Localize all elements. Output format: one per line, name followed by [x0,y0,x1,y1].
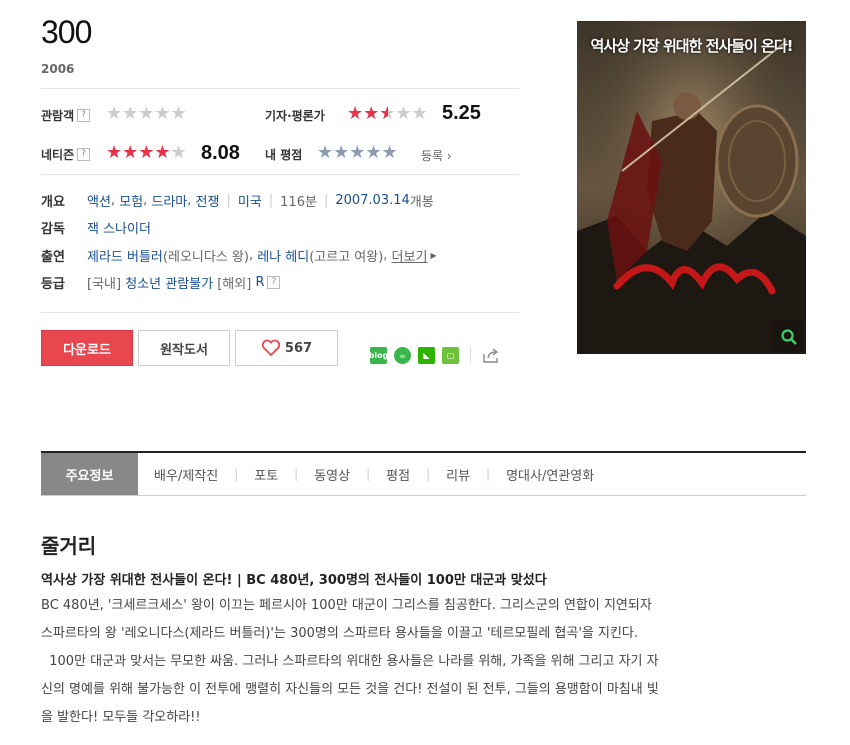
genre-link[interactable]: 모험 [119,191,143,210]
tab-review[interactable]: 리뷰 [430,453,486,495]
info-grade-row: 등급 [국내] 청소년 관람불가 [해외] R ? [41,273,281,292]
info-cast-row: 출연 제라드 버틀러 (레오니다스 왕), 레나 헤디 (고르고 여왕), 더보기 … [41,246,437,265]
poster-tagline: 역사상 가장 위대한 전사들이 온다! [590,37,794,55]
zoom-icon[interactable] [780,328,798,346]
register-rating-link[interactable]: 등록 › [421,147,452,164]
tab-quotes-related[interactable]: 명대사/연관영화 [490,453,610,495]
info-director-row: 감독 잭 스나이더 [41,218,151,237]
my-rating-stars[interactable]: ★★★★★ [317,144,398,162]
genre-link[interactable]: 전쟁 [196,191,220,210]
tab-main-info[interactable]: 주요정보 [41,453,138,495]
grade-domestic-link[interactable]: 청소년 관람불가 [125,273,213,292]
movie-poster[interactable]: 역사상 가장 위대한 전사들이 온다! [577,21,806,354]
cafe-icon[interactable]: ☕ [394,347,411,364]
genre-link[interactable]: 드라마 [151,191,187,210]
director-link[interactable]: 잭 스나이더 [87,218,151,237]
critic-stars: ★★★ ★ ★★ [347,103,428,124]
blog-icon[interactable]: blog [369,347,388,364]
netizen-rating-label: 네티즌 ? [41,146,91,163]
release-date-link[interactable]: 2007.03.14 [335,193,409,208]
netizen-score: 8.08 [201,142,240,164]
audience-stars: ★★★★★ [106,103,187,124]
netizen-stars: ★★★★★ [106,142,187,163]
cast-link[interactable]: 제라드 버틀러 [87,246,163,265]
share-icons: blog ☕ ◣ ▢ [369,347,500,364]
grade-overseas-link[interactable]: R [255,275,264,290]
movie-year: 2006 [41,62,75,76]
help-icon[interactable]: ? [77,109,91,122]
memo-icon[interactable]: ▢ [442,347,459,364]
critic-rating-label: 기자·평론가 [265,109,325,123]
book-button[interactable]: 원작도서 [138,330,230,366]
heart-icon [261,339,281,357]
divider [41,174,519,175]
runtime: 116분 [280,195,317,210]
tab-video[interactable]: 동영상 [298,453,366,495]
divider [41,88,519,89]
country-link[interactable]: 미국 [238,191,262,210]
caret-right-icon: ▶ [430,251,437,260]
share-icon[interactable] [482,347,500,364]
cast-link[interactable]: 레나 헤디 [257,246,309,265]
tab-cast-crew[interactable]: 배우/제작진 [138,453,234,495]
story-heading: 줄거리 [41,534,97,558]
divider [41,312,519,313]
like-button[interactable]: 567 [235,330,338,366]
download-button[interactable]: 다운로드 [41,330,133,366]
help-icon[interactable]: ? [77,148,91,161]
story-text: BC 480년, '크세르크세스' 왕이 이끄는 페르시아 100만 대군이 그… [41,598,659,725]
band-icon[interactable]: ◣ [418,347,435,364]
info-genre-row: 개요 액션, 모험, 드라마, 전쟁 | 미국 | 116분 | 2007.03… [41,191,434,210]
like-count: 567 [284,340,313,356]
tab-rating[interactable]: 평점 [370,453,426,495]
my-rating-label: 내 평점 [265,148,303,162]
genre-link[interactable]: 액션 [87,191,111,210]
critic-score: 5.25 [442,102,481,124]
tab-photo[interactable]: 포토 [238,453,294,495]
help-icon[interactable]: ? [267,276,281,289]
movie-title: 300 [41,14,92,50]
more-cast-link[interactable]: 더보기 [392,246,428,265]
story-subtitle: 역사상 가장 위대한 전사들이 온다! | BC 480년, 300명의 전사들… [41,573,547,588]
detail-tabs: 주요정보 배우/제작진 | 포토 | 동영상 | 평점 | 리뷰 | 명대사/연… [41,451,806,496]
audience-rating-label: 관람객 ? [41,107,91,124]
